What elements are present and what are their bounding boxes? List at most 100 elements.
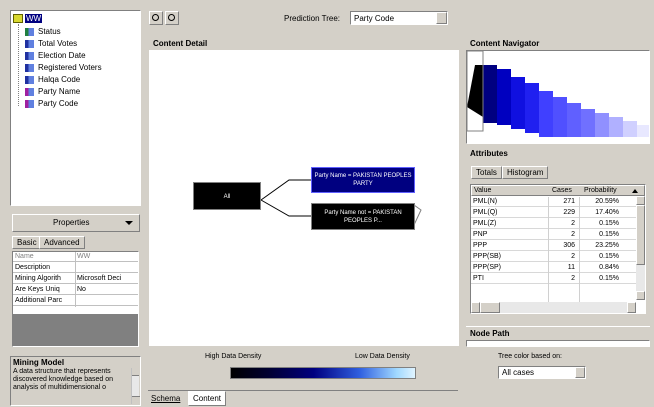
- prediction-tree-select[interactable]: Party Code: [350, 11, 448, 25]
- zoom-out-icon: [168, 14, 175, 21]
- key-column-icon: [25, 27, 34, 36]
- scroll-up-icon[interactable]: [636, 196, 645, 205]
- tab-basic[interactable]: Basic: [12, 236, 42, 249]
- property-value: WW: [77, 253, 91, 260]
- description-title: Mining Model: [13, 358, 65, 367]
- tree-item-party-code[interactable]: Party Code: [25, 98, 78, 109]
- scroll-thumb[interactable]: [636, 205, 645, 265]
- tab-schema-label: Schema: [151, 394, 181, 403]
- cell-cases: 229: [563, 209, 575, 216]
- cell-cases: 2: [571, 231, 575, 238]
- cell-probability: 0.84%: [599, 264, 619, 271]
- description-text: A data structure that represents discove…: [13, 368, 114, 391]
- chevron-down-icon[interactable]: [436, 12, 447, 24]
- tree-root-label: WW: [25, 14, 43, 23]
- table-row[interactable]: PPP 306 23.25%: [471, 241, 645, 251]
- column-header-probability[interactable]: Probability: [584, 186, 617, 196]
- scroll-down-icon[interactable]: [636, 291, 645, 300]
- zoom-in-button[interactable]: [149, 11, 163, 25]
- scroll-left-icon[interactable]: [471, 302, 480, 313]
- node-path-header: Node Path: [466, 326, 650, 338]
- zoom-in-icon: [152, 14, 159, 21]
- scroll-right-icon[interactable]: [627, 302, 636, 313]
- property-name: Mining Algorith: [15, 275, 61, 282]
- cell-probability: 0.15%: [599, 231, 619, 238]
- cell-cases: 11: [567, 264, 575, 271]
- tab-histogram[interactable]: Histogram: [502, 166, 549, 179]
- cell-cases: 306: [563, 242, 575, 249]
- table-row[interactable]: PPP(SB) 2 0.15%: [471, 252, 645, 262]
- tree-color-label: Tree color based on:: [498, 353, 562, 360]
- tree-item-label: Total Votes: [38, 39, 78, 48]
- tree-color-select[interactable]: All cases: [498, 366, 586, 379]
- prediction-tree-value: Party Code: [354, 14, 395, 23]
- scroll-down-icon[interactable]: [132, 396, 140, 404]
- prediction-tree-label: Prediction Tree:: [284, 14, 341, 23]
- attributes-grid: Value Cases Probability PML(N) 271 20.59% …: [470, 184, 646, 314]
- tab-content[interactable]: Content: [188, 391, 227, 406]
- description-scrollbar[interactable]: [131, 368, 140, 404]
- zoom-out-button[interactable]: [165, 11, 179, 25]
- content-navigator-canvas[interactable]: [466, 50, 650, 144]
- column-divider: [579, 197, 580, 307]
- content-navigator-title: Content Navigator: [470, 39, 540, 48]
- model-icon: [13, 14, 23, 24]
- attributes-column-headers: Value Cases Probability: [471, 185, 645, 196]
- tab-histogram-label: Histogram: [507, 168, 544, 177]
- cell-probability: 23.25%: [595, 242, 619, 249]
- tree-item-election-date[interactable]: Election Date: [25, 50, 86, 61]
- table-row[interactable]: PML(N) 271 20.59%: [471, 197, 645, 207]
- column-icon: [25, 51, 34, 60]
- cell-cases: 2: [571, 253, 575, 260]
- tree-item-total-votes[interactable]: Total Votes: [25, 38, 77, 49]
- attributes-hscrollbar[interactable]: [471, 302, 636, 313]
- cell-cases: 271: [563, 198, 575, 205]
- cell-value: PML(Q): [473, 209, 498, 216]
- cell-cases: 2: [571, 220, 575, 227]
- tab-totals[interactable]: Totals: [471, 166, 502, 179]
- tab-advanced[interactable]: Advanced: [39, 236, 85, 249]
- cell-probability: 0.15%: [599, 275, 619, 282]
- cell-value: PML(N): [473, 198, 498, 205]
- chevron-down-icon: [125, 221, 133, 225]
- predict-column-icon: [25, 99, 34, 108]
- table-row[interactable]: PML(Q) 229 17.40%: [471, 208, 645, 218]
- column-header-value[interactable]: Value: [474, 186, 491, 196]
- table-row[interactable]: PPP(SP) 11 0.84%: [471, 263, 645, 273]
- property-value: Microsoft Deci: [77, 275, 122, 282]
- tree-node-root-label: All: [223, 194, 231, 200]
- tree-node-party-ppp[interactable]: Party Name = PAKISTAN PEOPLES PARTY: [311, 167, 415, 193]
- cell-probability: 17.40%: [595, 209, 619, 216]
- property-value: No: [77, 286, 86, 293]
- navigator-tree-graphic: [466, 50, 649, 137]
- tab-schema[interactable]: Schema: [151, 394, 180, 403]
- tree-item-label: Party Code: [38, 99, 79, 108]
- table-row[interactable]: PNP 2 0.15%: [471, 230, 645, 240]
- attributes-vscrollbar[interactable]: [636, 196, 645, 300]
- tree-item-status[interactable]: Status: [25, 26, 61, 37]
- tree-node-root[interactable]: All: [193, 182, 261, 210]
- properties-dropdown[interactable]: Properties: [12, 214, 140, 232]
- table-row[interactable]: PTI 2 0.15%: [471, 274, 645, 284]
- chevron-down-icon[interactable]: [575, 367, 585, 378]
- tab-basic-label: Basic: [17, 238, 37, 247]
- tree-connector: [18, 24, 19, 106]
- column-header-cases[interactable]: Cases: [552, 186, 572, 196]
- attributes-title: Attributes: [470, 149, 508, 158]
- tree-root[interactable]: WW: [13, 13, 43, 24]
- model-tree-panel: WW Status Total Votes Election Date Regi…: [10, 10, 141, 206]
- table-row[interactable]: PML(Z) 2 0.15%: [471, 219, 645, 229]
- scroll-up-icon[interactable]: [132, 368, 139, 376]
- content-detail-canvas[interactable]: All Party Name = PAKISTAN PEOPLES PARTY …: [149, 50, 459, 346]
- tree-item-registered-voters[interactable]: Registered Voters: [25, 62, 102, 73]
- cell-value: PPP: [473, 242, 488, 249]
- tree-node-label: Party Name not = PAKISTAN PEOPLES P...: [324, 210, 402, 224]
- tree-item-label: Party Name: [38, 87, 81, 96]
- scroll-h-thumb[interactable]: [480, 302, 500, 313]
- tree-node-party-not-ppp[interactable]: Party Name not = PAKISTAN PEOPLES P...: [311, 203, 415, 230]
- cell-value: PPP(SB): [473, 253, 502, 260]
- density-gradient: [230, 367, 416, 379]
- tree-item-halqa-code[interactable]: Halqa Code: [25, 74, 80, 85]
- tree-item-party-name[interactable]: Party Name: [25, 86, 80, 97]
- attributes-header: Attributes: [466, 148, 650, 160]
